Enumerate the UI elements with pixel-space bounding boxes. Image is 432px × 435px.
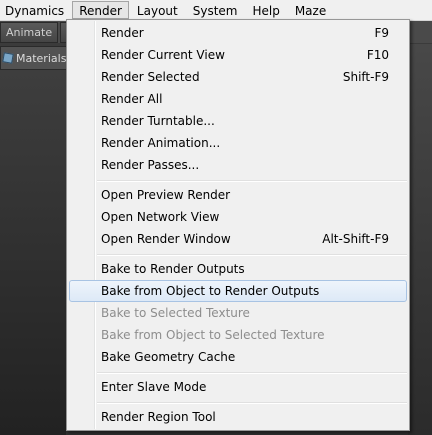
menu-item-enter-slave-mode[interactable]: Enter Slave Mode xyxy=(69,376,407,398)
menu-item-label: Render xyxy=(101,26,144,40)
menu-item-render-turntable[interactable]: Render Turntable... xyxy=(69,110,407,132)
menu-item-render-selected[interactable]: Render Selected Shift-F9 xyxy=(69,66,407,88)
menu-item-label: Bake from Object to Selected Texture xyxy=(101,328,325,342)
menu-help[interactable]: Help xyxy=(245,1,286,19)
menu-item-bake-from-object-to-render-outputs[interactable]: Bake from Object to Render Outputs xyxy=(69,280,407,302)
menu-item-bake-from-object-to-selected-texture: Bake from Object to Selected Texture xyxy=(69,324,407,346)
menu-item-render-region-tool[interactable]: Render Region Tool xyxy=(69,406,407,428)
menu-item-shortcut: Shift-F9 xyxy=(342,70,389,84)
menu-item-open-network-view[interactable]: Open Network View xyxy=(69,206,407,228)
menu-item-label: Bake from Object to Render Outputs xyxy=(101,284,320,298)
menu-item-label: Render Selected xyxy=(101,70,200,84)
menu-item-label: Render Animation... xyxy=(101,136,221,150)
menu-item-open-preview-render[interactable]: Open Preview Render xyxy=(69,184,407,206)
menu-item-label: Render All xyxy=(101,92,163,106)
menu-system[interactable]: System xyxy=(186,1,245,19)
menu-item-label: Bake Geometry Cache xyxy=(101,350,236,364)
materials-label: Materials xyxy=(16,51,67,65)
tab-animate[interactable]: Animate xyxy=(0,22,59,43)
menu-item-render-passes[interactable]: Render Passes... xyxy=(69,154,407,176)
menu-item-bake-geometry-cache[interactable]: Bake Geometry Cache xyxy=(69,346,407,368)
menu-item-shortcut: Alt-Shift-F9 xyxy=(322,232,389,246)
menu-item-render-all[interactable]: Render All xyxy=(69,88,407,110)
cube-icon xyxy=(2,52,14,64)
menu-item-label: Bake to Selected Texture xyxy=(101,306,250,320)
menu-item-label: Bake to Render Outputs xyxy=(101,262,245,276)
menu-item-render-current-view[interactable]: Render Current View F10 xyxy=(69,44,407,66)
menu-item-shortcut: F10 xyxy=(366,48,389,62)
menu-separator xyxy=(97,254,407,256)
menu-item-label: Render Current View xyxy=(101,48,225,62)
menu-item-bake-to-render-outputs[interactable]: Bake to Render Outputs xyxy=(69,258,407,280)
menu-item-render[interactable]: Render F9 xyxy=(69,22,407,44)
menu-item-label: Open Render Window xyxy=(101,232,231,246)
menu-separator xyxy=(97,180,407,182)
menu-item-label: Render Passes... xyxy=(101,158,200,172)
materials-button[interactable]: Materials xyxy=(0,46,70,70)
menu-item-label: Open Preview Render xyxy=(101,188,231,202)
menu-render[interactable]: Render xyxy=(72,1,129,19)
menu-item-shortcut: F9 xyxy=(374,26,389,40)
menu-item-label: Enter Slave Mode xyxy=(101,380,207,394)
menu-maze[interactable]: Maze xyxy=(288,1,333,19)
menu-item-label: Open Network View xyxy=(101,210,220,224)
menu-item-render-animation[interactable]: Render Animation... xyxy=(69,132,407,154)
menu-item-label: Render Turntable... xyxy=(101,114,215,128)
menu-dynamics[interactable]: Dynamics xyxy=(0,1,71,19)
menu-bar: Dynamics Render Layout System Help Maze xyxy=(0,0,432,21)
menu-item-label: Render Region Tool xyxy=(101,410,216,424)
menu-item-bake-to-selected-texture: Bake to Selected Texture xyxy=(69,302,407,324)
menu-item-open-render-window[interactable]: Open Render Window Alt-Shift-F9 xyxy=(69,228,407,250)
right-viewport-panel xyxy=(408,44,432,435)
menu-layout[interactable]: Layout xyxy=(130,1,185,19)
left-viewport-panel xyxy=(0,70,66,435)
render-dropdown-menu: Render F9 Render Current View F10 Render… xyxy=(66,19,410,431)
menu-separator xyxy=(97,372,407,374)
menu-separator xyxy=(97,402,407,404)
